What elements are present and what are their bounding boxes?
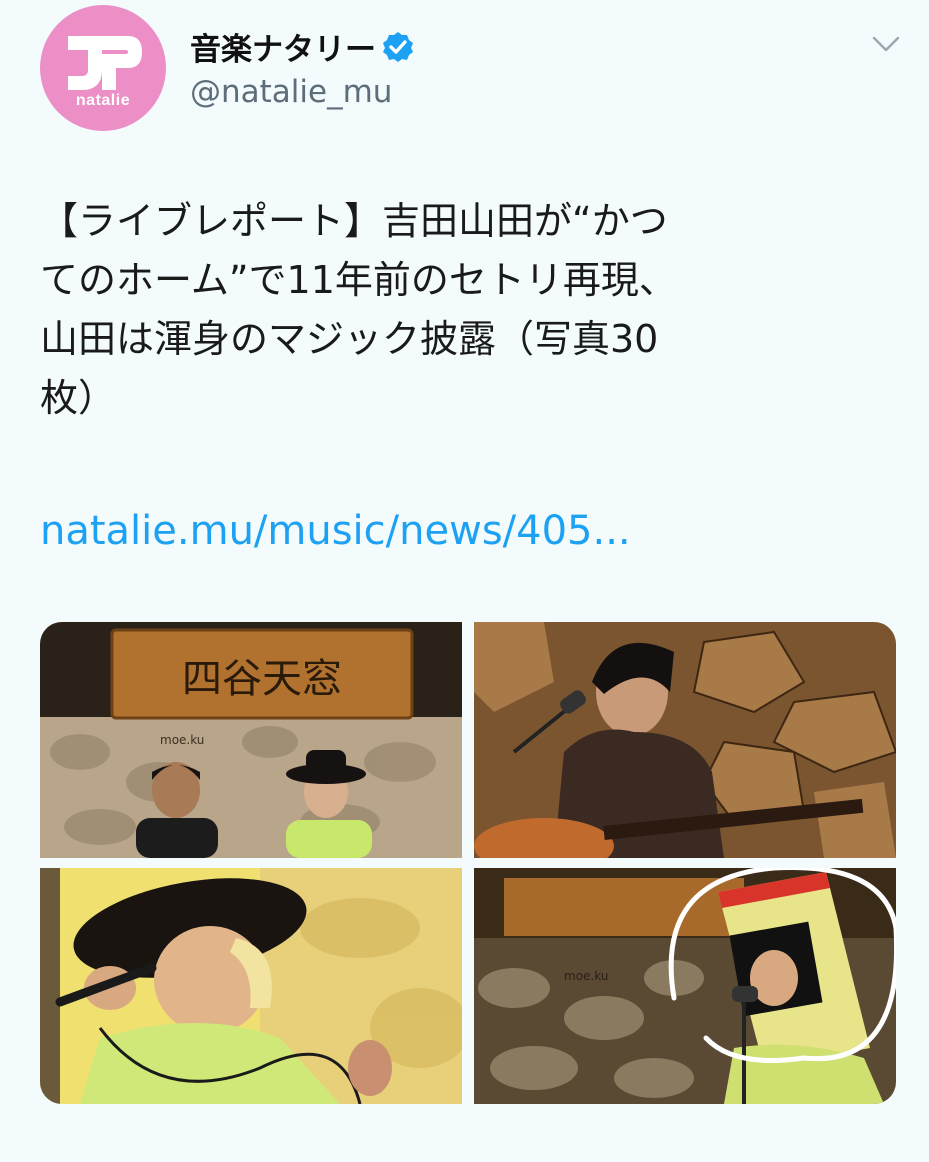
- display-name-text: 音楽ナタリー: [190, 32, 376, 68]
- wall-graffiti-text: moe.ku: [564, 969, 608, 983]
- photo-guitarist[interactable]: [474, 622, 896, 858]
- natalie-logo-icon: [68, 36, 142, 90]
- avatar-wordmark: natalie: [75, 92, 131, 109]
- photo-grid: 四谷天窓 moe.ku moe.ku: [40, 622, 896, 1104]
- chevron-down-icon[interactable]: [870, 32, 902, 56]
- photo-band-under-sign[interactable]: 四谷天窓 moe.ku: [40, 622, 462, 858]
- tweet-text-line: 山田は渾身のマジック披露（写真30: [40, 317, 659, 361]
- photo-singer[interactable]: [40, 868, 462, 1104]
- tweet-text-line: てのホーム”で11年前のセトリ再現、: [40, 258, 677, 302]
- tweet-text-line: 【ライブレポート】吉田山田が“かつ: [40, 199, 668, 243]
- photo-costume-performer[interactable]: moe.ku: [474, 868, 896, 1104]
- avatar[interactable]: natalie: [40, 5, 166, 131]
- sign-text: 四谷天窓: [182, 656, 342, 702]
- verified-badge-icon: [383, 31, 413, 62]
- tweet-text: 【ライブレポート】吉田山田が“かつ てのホーム”で11年前のセトリ再現、 山田は…: [40, 192, 890, 428]
- tweet-text-line: 枚）: [40, 376, 117, 420]
- tweet-link[interactable]: natalie.mu/music/news/405...: [40, 508, 631, 554]
- account-handle[interactable]: @natalie_mu: [190, 74, 392, 110]
- display-name[interactable]: 音楽ナタリー: [190, 24, 414, 69]
- wall-graffiti-text: moe.ku: [160, 733, 204, 747]
- tweet-card: natalie 音楽ナタリー @natalie_mu 【ライブレポート】吉田山田…: [0, 0, 929, 1162]
